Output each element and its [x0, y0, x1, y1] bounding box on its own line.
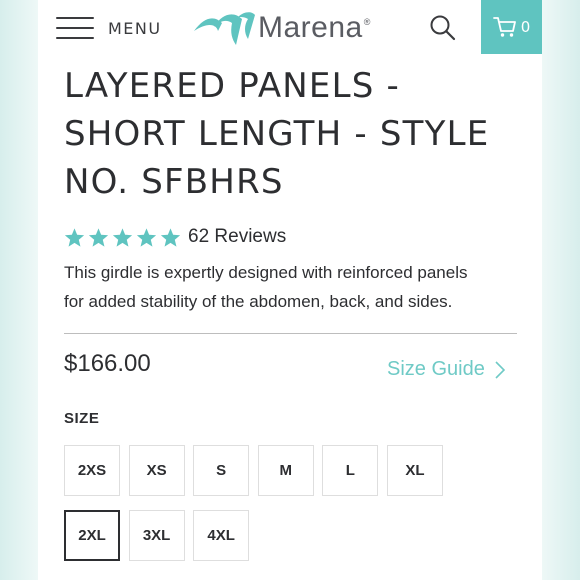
rating-stars	[64, 227, 184, 248]
reviews-link[interactable]: 62 Reviews	[188, 226, 286, 248]
cart-count: 0	[520, 18, 531, 36]
hamburger-icon	[56, 15, 94, 41]
size-heading: SIZE	[64, 410, 100, 427]
product-price: $166.00	[64, 350, 151, 377]
product-title: LAYERED PANELS - SHORT LENGTH - STYLE NO…	[64, 62, 534, 206]
cart-button[interactable]: 0	[481, 0, 542, 54]
star-icon	[112, 227, 133, 247]
size-guide-link[interactable]: Size Guide	[387, 358, 505, 381]
product-rating[interactable]: 62 Reviews	[64, 226, 286, 248]
title-line: LAYERED PANELS -	[64, 66, 400, 106]
logo-text: Marena®	[258, 11, 371, 44]
search-icon	[430, 15, 456, 41]
size-option-3xl[interactable]: 3XL	[128, 510, 185, 561]
star-icon	[136, 227, 157, 247]
size-option-xl[interactable]: XL	[387, 445, 443, 496]
search-button[interactable]	[429, 14, 457, 42]
menu-button[interactable]: MENU	[56, 14, 162, 42]
cart-icon	[492, 17, 516, 37]
size-option-s[interactable]: S	[193, 445, 250, 496]
site-header: MENU Marena® 0	[38, 0, 542, 54]
logo-wave-icon	[194, 12, 255, 46]
size-guide-label: Size Guide	[387, 358, 485, 380]
size-option-l[interactable]: L	[322, 445, 379, 496]
size-option-2xs[interactable]: 2XS	[64, 445, 120, 496]
size-option-xs[interactable]: XS	[128, 445, 185, 496]
star-icon	[88, 227, 109, 247]
description-line: for added stability of the abdomen, back…	[64, 292, 453, 311]
site-logo[interactable]: Marena®	[192, 8, 371, 48]
product-description: This girdle is expertly designed with re…	[64, 258, 534, 316]
menu-label: MENU	[108, 18, 162, 38]
size-option-2xl[interactable]: 2XL	[64, 510, 120, 561]
product-page: MENU Marena® 0 LAYERED PANELS - SHORT LE…	[38, 0, 542, 580]
description-line: This girdle is expertly designed with re…	[64, 263, 468, 282]
divider	[64, 333, 517, 334]
size-option-4xl[interactable]: 4XL	[193, 510, 250, 561]
star-icon	[64, 227, 85, 247]
chevron-right-icon	[495, 360, 505, 379]
size-option-m[interactable]: M	[257, 445, 314, 496]
title-line: NO. SFBHRS	[64, 162, 284, 202]
star-icon	[160, 227, 181, 247]
title-line: SHORT LENGTH - STYLE	[64, 114, 490, 154]
